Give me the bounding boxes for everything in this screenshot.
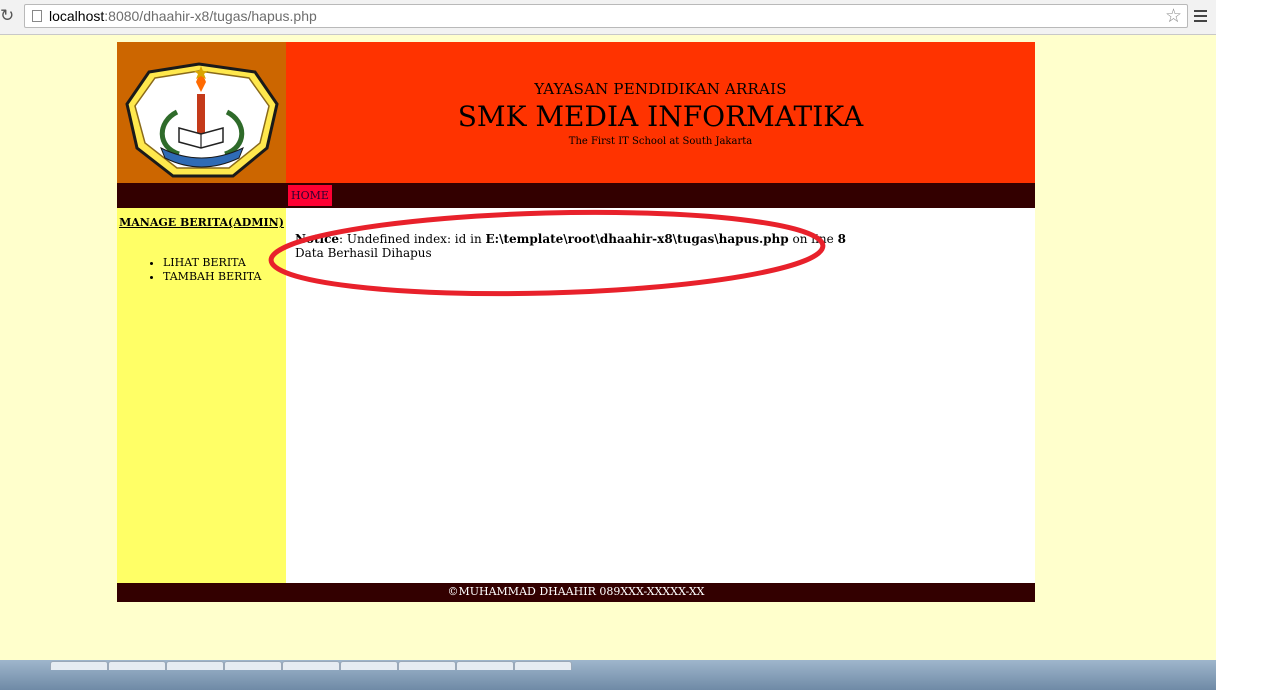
- taskbar-button[interactable]: [108, 661, 166, 670]
- taskbar-button[interactable]: [50, 661, 108, 670]
- taskbar-button[interactable]: [456, 661, 514, 670]
- sidebar-menu: LIHAT BERITA TAMBAH BERITA: [117, 256, 261, 284]
- nav-bar: HOME: [117, 183, 1035, 208]
- taskbar-button[interactable]: [282, 661, 340, 670]
- browser-toolbar: ↻ localhost:8080/dhaahir-x8/tugas/hapus.…: [0, 0, 1216, 35]
- logo-panel: [117, 42, 286, 183]
- red-annotation-ellipse: [268, 209, 826, 297]
- header-banner: YAYASAN PENDIDIKAN ARRAIS SMK MEDIA INFO…: [286, 42, 1035, 183]
- page-viewport: YAYASAN PENDIDIKAN ARRAIS SMK MEDIA INFO…: [0, 35, 1216, 660]
- taskbar-button[interactable]: [166, 661, 224, 670]
- sidebar: MANAGE BERITA(ADMIN) LIHAT BERITA TAMBAH…: [117, 208, 286, 583]
- url-text: localhost:8080/dhaahir-x8/tugas/hapus.ph…: [49, 7, 317, 25]
- taskbar: [0, 660, 1216, 690]
- tagline: The First IT School at South Jakarta: [568, 136, 753, 147]
- url-path: :8080/dhaahir-x8/tugas/hapus.php: [104, 8, 317, 24]
- url-host: localhost: [49, 8, 105, 24]
- sidebar-title: MANAGE BERITA(ADMIN): [119, 216, 284, 229]
- menu-icon[interactable]: [1194, 10, 1207, 22]
- school-logo: [125, 62, 279, 178]
- notice-line-number: 8: [837, 232, 846, 246]
- nav-home-link[interactable]: HOME: [288, 185, 332, 206]
- taskbar-button[interactable]: [340, 661, 398, 670]
- site-layout: YAYASAN PENDIDIKAN ARRAIS SMK MEDIA INFO…: [117, 42, 1035, 602]
- taskbar-button[interactable]: [514, 661, 572, 670]
- window-gutter: [1216, 0, 1280, 690]
- star-icon[interactable]: ☆: [1165, 5, 1182, 27]
- page-icon: [32, 10, 42, 22]
- reload-icon[interactable]: ↻: [0, 6, 14, 26]
- sidebar-item-tambah-berita: TAMBAH BERITA: [163, 270, 261, 284]
- tambah-berita-link[interactable]: TAMBAH BERITA: [163, 270, 261, 283]
- foundation-name: YAYASAN PENDIDIKAN ARRAIS: [534, 80, 787, 98]
- sidebar-item-lihat-berita: LIHAT BERITA: [163, 256, 261, 270]
- lihat-berita-link[interactable]: LIHAT BERITA: [163, 256, 246, 269]
- taskbar-button[interactable]: [398, 661, 456, 670]
- address-bar[interactable]: localhost:8080/dhaahir-x8/tugas/hapus.ph…: [24, 4, 1188, 28]
- school-name: SMK MEDIA INFORMATIKA: [457, 100, 864, 133]
- footer: ©MUHAMMAD DHAAHIR 089XXX-XXXXX-XX: [117, 583, 1035, 602]
- taskbar-button[interactable]: [224, 661, 282, 670]
